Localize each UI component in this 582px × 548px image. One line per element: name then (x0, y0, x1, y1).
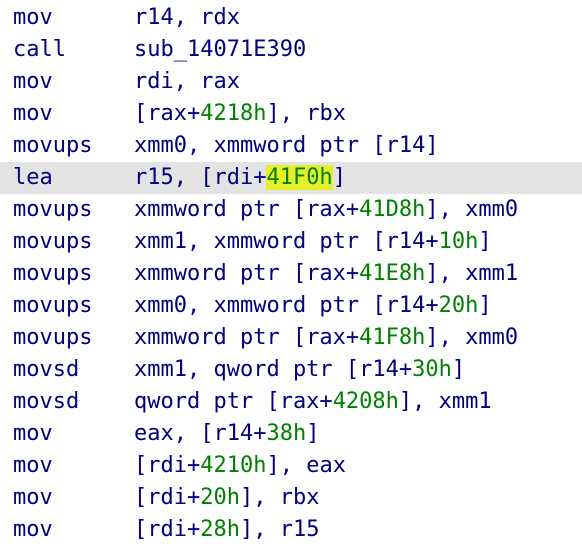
instruction-line[interactable]: mov rdi, rax (0, 66, 582, 98)
operand-text: ] (306, 421, 320, 446)
operand-text: ], xmm0 (425, 197, 519, 222)
mnemonic: mov (13, 421, 53, 446)
operand-text: [rdi+ (134, 485, 201, 510)
operands: xmmword ptr [rax+41D8h], xmm0 (134, 194, 518, 226)
operand-text: [rax+ (134, 101, 201, 126)
instruction-line[interactable]: movsd qword ptr [rax+4208h], xmm1 (0, 386, 582, 418)
operand-text: xmm1, qword ptr [r14+ (134, 357, 413, 382)
mnemonic: mov (13, 5, 53, 30)
operand-text: xmm0, xmmword ptr [r14+ (134, 293, 439, 318)
numeric-offset[interactable]: 38h (266, 421, 306, 446)
operand-text: ], rbx (266, 101, 346, 126)
mnemonic: movups (13, 293, 93, 318)
instruction-line[interactable]: mov eax, [r14+38h] (0, 418, 582, 450)
operand-text: xmmword ptr [rax+ (134, 261, 360, 286)
operand-text: ] (332, 165, 346, 190)
operands: xmm1, qword ptr [r14+30h] (134, 354, 465, 386)
operand-text: ], eax (266, 453, 346, 478)
operands: [rdi+4210h], eax (134, 450, 346, 482)
operand-text: [rdi+ (134, 453, 201, 478)
operand-text: [rdi+ (134, 517, 201, 542)
operands: [rdi+28h], r15 (134, 514, 319, 546)
operand-text: xmmword ptr [rax+ (134, 197, 360, 222)
operand-text: eax, [r14+ (134, 421, 267, 446)
mnemonic: movups (13, 197, 93, 222)
operands: xmm0, xmmword ptr [r14+20h] (134, 290, 492, 322)
instruction-line[interactable]: movups xmmword ptr [rax+41F8h], xmm0 (0, 322, 582, 354)
mnemonic: movsd (13, 389, 80, 414)
numeric-offset[interactable]: 28h (200, 517, 240, 542)
numeric-offset[interactable]: 4210h (200, 453, 266, 478)
instruction-line[interactable]: mov [rdi+20h], rbx (0, 482, 582, 514)
operands: xmm0, xmmword ptr [r14] (134, 130, 439, 162)
operand-text: sub_14071E390 (134, 37, 307, 62)
mnemonic: movups (13, 261, 93, 286)
operand-text: ] (478, 293, 492, 318)
highlighted-offset[interactable]: 41F0h (266, 165, 333, 190)
operands: xmm1, xmmword ptr [r14+10h] (134, 226, 492, 258)
operands: [rax+4218h], rbx (134, 98, 346, 130)
operand-text: rdi, rax (134, 69, 240, 94)
mnemonic: mov (13, 485, 53, 510)
mnemonic: call (13, 37, 66, 62)
numeric-offset[interactable]: 20h (200, 485, 240, 510)
numeric-offset[interactable]: 4208h (333, 389, 399, 414)
instruction-line[interactable]: mov r14, rdx (0, 2, 582, 34)
operands: eax, [r14+38h] (134, 418, 319, 450)
operand-text: ], rbx (239, 485, 320, 510)
operand-text: r15, [rdi+ (134, 165, 267, 190)
operand-text: ], xmm1 (398, 389, 492, 414)
operands: xmmword ptr [rax+41F8h], xmm0 (134, 322, 518, 354)
operand-text: xmm1, xmmword ptr [r14+ (134, 229, 439, 254)
operands: [rdi+20h], rbx (134, 482, 319, 514)
operands: r14, rdx (134, 2, 240, 34)
instruction-line[interactable]: call sub_14071E390 (0, 34, 582, 66)
operand-text: r14, rdx (134, 5, 240, 30)
instruction-line[interactable]: movups xmmword ptr [rax+41E8h], xmm1 (0, 258, 582, 290)
operand-text: ] (478, 229, 492, 254)
operand-text: xmm0, xmmword ptr [r14] (134, 133, 439, 158)
mnemonic: movups (13, 229, 93, 254)
instruction-line[interactable]: mov [rdi+4210h], eax (0, 450, 582, 482)
mnemonic: movups (13, 133, 93, 158)
mnemonic: mov (13, 69, 53, 94)
mnemonic: lea (13, 165, 53, 190)
mnemonic: movups (13, 325, 93, 350)
instruction-line[interactable]: mov [rdi+28h], r15 (0, 514, 582, 546)
operands: qword ptr [rax+4208h], xmm1 (134, 386, 492, 418)
operands: r15, [rdi+41F0h] (134, 162, 346, 194)
operand-text: ], xmm1 (425, 261, 519, 286)
mnemonic: movsd (13, 357, 80, 382)
disassembly-listing: mov r14, rdx call sub_14071E390 mov rdi, rax m… (0, 2, 582, 546)
instruction-line[interactable]: movsd xmm1, qword ptr [r14+30h] (0, 354, 582, 386)
operand-text: ] (451, 357, 466, 382)
mnemonic: mov (13, 517, 53, 542)
operand-text: ], r15 (239, 517, 320, 542)
operands: xmmword ptr [rax+41E8h], xmm1 (134, 258, 518, 290)
numeric-offset[interactable]: 41D8h (359, 197, 425, 222)
instruction-line[interactable]: lea r15, [rdi+41F0h] (0, 162, 582, 194)
numeric-offset[interactable]: 41E8h (359, 261, 425, 286)
mnemonic: mov (13, 453, 53, 478)
numeric-offset[interactable]: 10h (439, 229, 479, 254)
instruction-line[interactable]: movups xmm1, xmmword ptr [r14+10h] (0, 226, 582, 258)
operand-text: xmmword ptr [rax+ (134, 325, 360, 350)
operand-text: ], xmm0 (425, 325, 519, 350)
operands: rdi, rax (134, 66, 240, 98)
instruction-line[interactable]: movups xmm0, xmmword ptr [r14] (0, 130, 582, 162)
instruction-line[interactable]: movups xmm0, xmmword ptr [r14+20h] (0, 290, 582, 322)
mnemonic: mov (13, 101, 53, 126)
numeric-offset[interactable]: 4218h (200, 101, 266, 126)
instruction-line[interactable]: movups xmmword ptr [rax+41D8h], xmm0 (0, 194, 582, 226)
numeric-offset[interactable]: 30h (412, 357, 452, 382)
operand-text: qword ptr [rax+ (134, 389, 333, 414)
numeric-offset[interactable]: 41F8h (359, 325, 425, 350)
instruction-line[interactable]: mov [rax+4218h], rbx (0, 98, 582, 130)
operands: sub_14071E390 (134, 34, 306, 66)
numeric-offset[interactable]: 20h (439, 293, 479, 318)
